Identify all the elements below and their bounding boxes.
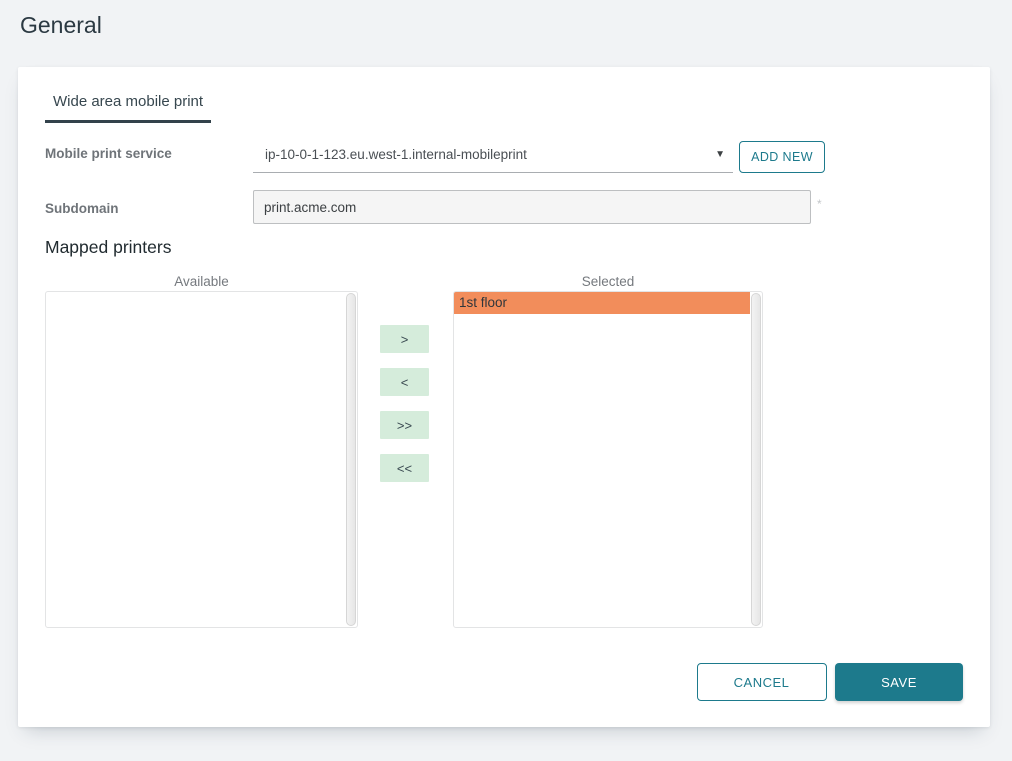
page-title: General [20, 12, 102, 39]
save-button[interactable]: SAVE [835, 663, 963, 701]
subdomain-input[interactable] [253, 190, 811, 224]
required-marker: * [817, 197, 822, 211]
cancel-button[interactable]: CANCEL [697, 663, 827, 701]
available-list-label: Available [45, 274, 358, 289]
subdomain-label: Subdomain [45, 201, 119, 216]
mobile-print-service-label: Mobile print service [45, 146, 172, 161]
add-new-button[interactable]: ADD NEW [739, 141, 825, 173]
selected-list-label: Selected [453, 274, 763, 289]
list-item[interactable]: 1st floor [454, 292, 750, 314]
available-printers-list[interactable] [45, 291, 358, 628]
move-all-left-button[interactable]: << [380, 454, 429, 482]
chevron-down-icon: ▼ [715, 149, 725, 160]
selected-printers-list[interactable]: 1st floor [453, 291, 763, 628]
mapped-printers-heading: Mapped printers [45, 237, 171, 258]
move-all-right-button[interactable]: >> [380, 411, 429, 439]
mobile-print-service-value: ip-10-0-1-123.eu.west-1.internal-mobilep… [265, 147, 527, 162]
tab-wide-area-mobile-print[interactable]: Wide area mobile print [45, 93, 211, 123]
scrollbar-thumb[interactable] [346, 293, 356, 626]
settings-card: Wide area mobile print Mobile print serv… [18, 67, 990, 727]
move-left-button[interactable]: < [380, 368, 429, 396]
scrollbar-thumb[interactable] [751, 293, 761, 626]
mobile-print-service-select[interactable]: ip-10-0-1-123.eu.west-1.internal-mobilep… [253, 137, 733, 173]
form-actions: CANCEL SAVE [697, 663, 963, 701]
move-right-button[interactable]: > [380, 325, 429, 353]
transfer-buttons: > < >> << [380, 325, 429, 497]
